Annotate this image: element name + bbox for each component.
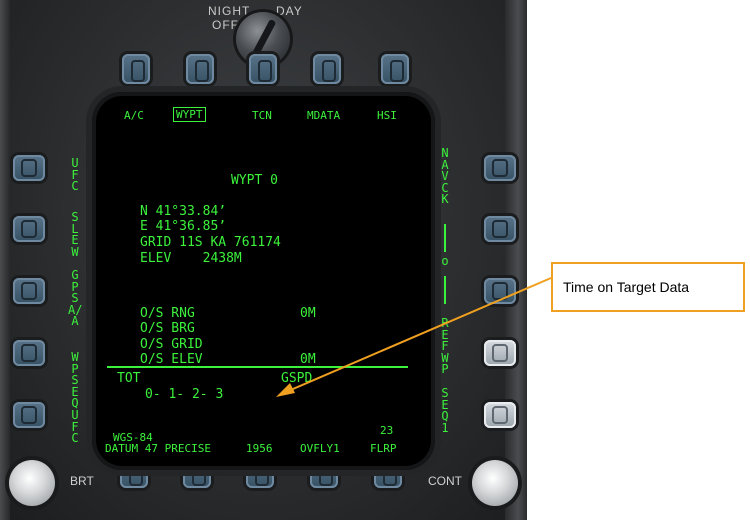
callout-arrow <box>276 277 552 397</box>
callout-box: Time on Target Data <box>551 262 745 312</box>
callout-text: Time on Target Data <box>563 279 690 295</box>
